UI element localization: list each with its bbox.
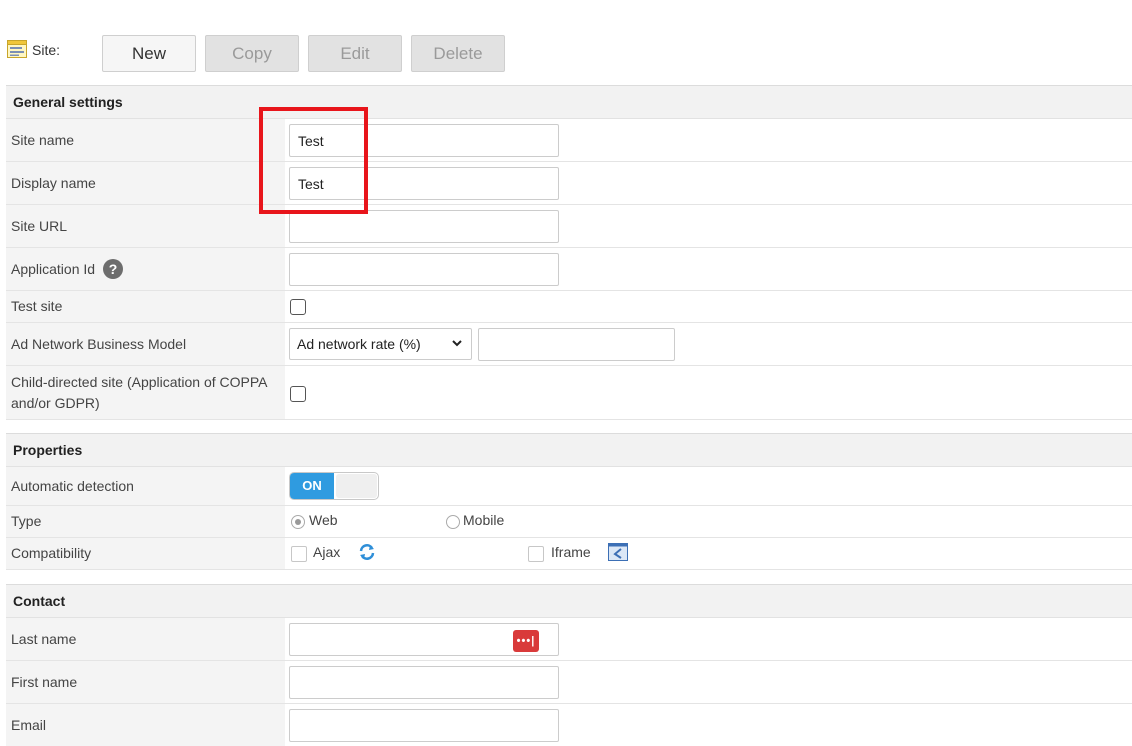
refresh-icon [358, 543, 376, 564]
iframe-icon [608, 543, 628, 564]
display-name-label: Display name [6, 162, 285, 204]
password-manager-icon[interactable]: •••| [513, 630, 539, 652]
copy-button[interactable]: Copy [205, 35, 299, 72]
edit-button[interactable]: Edit [308, 35, 402, 72]
site-name-row: Site name [6, 119, 1132, 162]
email-input[interactable] [289, 709, 559, 742]
automatic-detection-row: Automatic detection ON [6, 467, 1132, 506]
first-name-row: First name [6, 661, 1132, 704]
site-name-label: Site name [6, 119, 285, 161]
chevron-down-icon [451, 329, 463, 370]
site-url-label: Site URL [6, 205, 285, 247]
compatibility-label: Compatibility [6, 538, 285, 569]
ad-network-rate-input[interactable] [478, 328, 675, 361]
general-settings-section: General settings Site name Display name … [6, 85, 1132, 420]
type-web-radio[interactable] [291, 515, 305, 529]
type-mobile-label: Mobile [463, 512, 505, 528]
last-name-row: Last name •••| [6, 618, 1132, 661]
first-name-input[interactable] [289, 666, 559, 699]
iframe-checkbox[interactable] [528, 546, 544, 562]
type-web-label: Web [309, 512, 338, 528]
email-label: Email [6, 704, 285, 746]
iframe-label: Iframe [551, 544, 591, 560]
application-id-label-cell: Application Id ? [6, 248, 285, 290]
site-url-row: Site URL [6, 205, 1132, 248]
toolbar: Site: New Copy Edit Delete [0, 0, 1132, 80]
first-name-label: First name [6, 661, 285, 703]
ad-network-label: Ad Network Business Model [6, 323, 285, 365]
contact-section: Contact Last name •••| First name Email [6, 584, 1132, 746]
new-button[interactable]: New [102, 35, 196, 72]
type-label: Type [6, 506, 285, 537]
child-directed-label: Child-directed site (Application of COPP… [6, 366, 285, 419]
section-title: Properties [6, 434, 1132, 467]
delete-button[interactable]: Delete [411, 35, 505, 72]
ajax-checkbox[interactable] [291, 546, 307, 562]
automatic-detection-label: Automatic detection [6, 467, 285, 505]
site-url-input[interactable] [289, 210, 559, 243]
test-site-label: Test site [6, 291, 285, 322]
display-name-row: Display name [6, 162, 1132, 205]
toggle-knob [336, 474, 377, 498]
ad-network-select[interactable]: Ad network rate (%) [289, 328, 472, 360]
ad-network-row: Ad Network Business Model Ad network rat… [6, 323, 1132, 366]
toggle-on-label: ON [290, 473, 334, 499]
application-id-row: Application Id ? [6, 248, 1132, 291]
child-directed-checkbox[interactable] [290, 386, 306, 402]
properties-section: Properties Automatic detection ON Type W… [6, 433, 1132, 570]
automatic-detection-toggle[interactable]: ON [289, 472, 379, 500]
section-title: General settings [6, 86, 1132, 119]
ajax-label: Ajax [313, 544, 341, 560]
site-label: Site: [32, 42, 61, 58]
type-mobile-radio[interactable] [446, 515, 460, 529]
section-title: Contact [6, 585, 1132, 618]
site-icon [7, 40, 27, 58]
child-directed-row: Child-directed site (Application of COPP… [6, 366, 1132, 420]
compatibility-row: Compatibility Ajax Iframe [6, 538, 1132, 570]
last-name-label: Last name [6, 618, 285, 660]
test-site-row: Test site [6, 291, 1132, 323]
highlight-box [259, 107, 368, 214]
help-icon[interactable]: ? [103, 259, 124, 279]
application-id-label: Application Id [11, 260, 96, 277]
type-row: Type Web Mobile [6, 506, 1132, 538]
application-id-input[interactable] [289, 253, 559, 286]
test-site-checkbox[interactable] [290, 299, 306, 315]
ad-network-selected: Ad network rate (%) [297, 336, 421, 352]
email-row: Email [6, 704, 1132, 746]
